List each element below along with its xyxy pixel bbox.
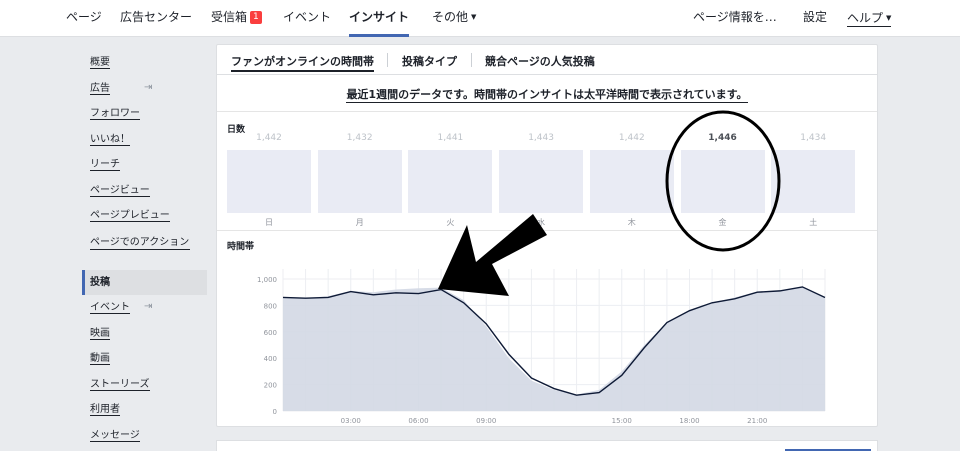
highlight-ellipse bbox=[665, 110, 781, 252]
pointer-arrow bbox=[438, 214, 547, 296]
annotation-overlay bbox=[438, 110, 781, 296]
